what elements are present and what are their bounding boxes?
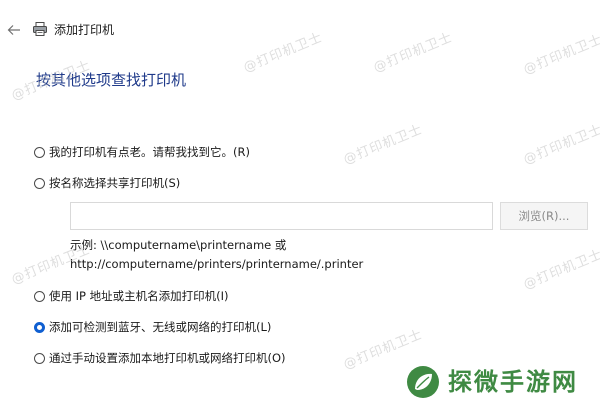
window-title: 添加打印机 xyxy=(54,23,115,37)
radio-option-old-printer[interactable]: 我的打印机有点老。请帮我找到它。(R) xyxy=(34,143,250,161)
radio-option-ip-hostname[interactable]: 使用 IP 地址或主机名添加打印机(I) xyxy=(34,287,229,305)
watermark-text: @打印机卫士 xyxy=(341,122,426,168)
leaf-logo-icon xyxy=(407,366,439,398)
example-text-line2: http://computername/printers/printername… xyxy=(70,257,364,271)
watermark-text: @打印机卫士 xyxy=(521,247,600,293)
radio-label: 添加可检测到蓝牙、无线或网络的打印机(L) xyxy=(49,320,272,334)
radio-option-manual-local-network[interactable]: 通过手动设置添加本地打印机或网络打印机(O) xyxy=(34,349,286,367)
brand-name: 探微手游网 xyxy=(448,368,578,396)
radio-label: 我的打印机有点老。请帮我找到它。(R) xyxy=(49,145,250,159)
watermark-text: @打印机卫士 xyxy=(241,30,326,76)
radio-label: 按名称选择共享打印机(S) xyxy=(49,176,181,190)
radio-button-checked[interactable] xyxy=(34,321,45,333)
shared-printer-name-input[interactable] xyxy=(70,202,493,230)
example-text-line1: 示例: \\computername\printername 或 xyxy=(70,238,287,252)
radio-button[interactable] xyxy=(34,352,45,364)
radio-button[interactable] xyxy=(34,290,45,302)
back-button[interactable] xyxy=(4,20,24,40)
radio-label: 通过手动设置添加本地打印机或网络打印机(O) xyxy=(49,351,286,365)
watermark-text: @打印机卫士 xyxy=(371,30,456,76)
watermark-text: @打印机卫士 xyxy=(521,32,600,78)
brand-logo-group: 探微手游网 xyxy=(406,365,578,399)
radio-option-shared-by-name[interactable]: 按名称选择共享打印机(S) xyxy=(34,174,180,192)
radio-button[interactable] xyxy=(34,177,45,189)
arrow-left-icon xyxy=(7,25,20,35)
browse-button[interactable]: 浏览(R)... xyxy=(500,202,588,230)
watermark-text: @打印机卫士 xyxy=(521,122,600,168)
radio-label: 使用 IP 地址或主机名添加打印机(I) xyxy=(49,289,229,303)
radio-option-bluetooth-wireless-network[interactable]: 添加可检测到蓝牙、无线或网络的打印机(L) xyxy=(34,318,271,336)
printer-icon xyxy=(33,22,47,36)
radio-button[interactable] xyxy=(34,146,45,158)
